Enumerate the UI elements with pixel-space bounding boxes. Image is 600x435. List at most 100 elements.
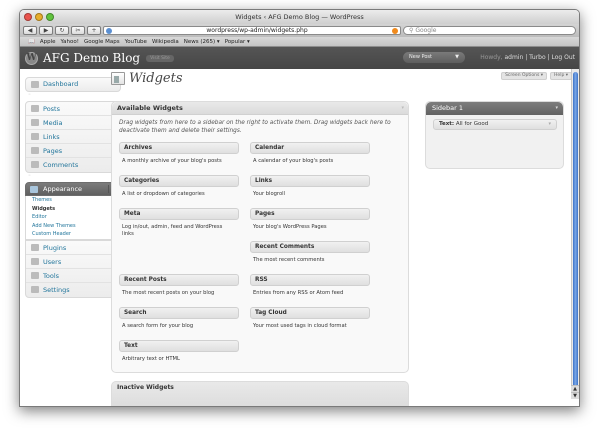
bookmark-popular[interactable]: Popular ▾: [225, 39, 250, 45]
close-window-button[interactable]: [24, 13, 32, 21]
sidebar-text-widget[interactable]: Text: All for Good ▾: [433, 119, 557, 130]
widget-archives[interactable]: Archives: [119, 142, 239, 154]
comments-icon: [31, 161, 39, 168]
howdy-label: Howdy,: [480, 54, 503, 61]
bookmark-apple[interactable]: Apple: [40, 39, 56, 45]
widget-categories[interactable]: Categories: [119, 175, 239, 187]
widget-calendar-desc: A calendar of your blog's posts: [253, 158, 334, 164]
widget-links[interactable]: Links: [250, 175, 370, 187]
available-widgets-title: Available Widgets: [117, 104, 183, 112]
page-header: Widgets: [111, 71, 183, 86]
appearance-submenu: Themes Widgets Editor Add New Themes Cus…: [25, 196, 121, 240]
menu-plugins-label: Plugins: [43, 243, 67, 252]
widget-categories-desc: A list or dropdown of categories: [122, 191, 205, 197]
menu-links-label: Links: [43, 133, 60, 141]
widget-recent-comments-desc: The most recent comments: [253, 257, 325, 263]
bookmarks-bar: 📖 Apple Yahoo! Google Maps YouTube Wikip…: [20, 37, 579, 47]
widget-recent-comments[interactable]: Recent Comments: [250, 241, 370, 253]
bookmark-wikipedia[interactable]: Wikipedia: [152, 39, 179, 45]
widget-recent-posts[interactable]: Recent Posts: [119, 274, 239, 286]
visit-site-button[interactable]: Visit Site: [146, 54, 174, 62]
available-widgets-header[interactable]: Available Widgets ▾: [112, 102, 408, 115]
available-widgets-panel: Available Widgets ▾ Drag widgets from he…: [111, 101, 409, 373]
site-name[interactable]: AFG Demo Blog: [43, 51, 140, 65]
widget-rss[interactable]: RSS: [250, 274, 370, 286]
bookmark-yahoo[interactable]: Yahoo!: [61, 39, 79, 45]
minimize-window-button[interactable]: [35, 13, 43, 21]
address-bar[interactable]: wordpress/wp-admin/widgets.php: [103, 26, 401, 35]
vertical-scrollbar[interactable]: ▲ ▼: [571, 69, 579, 399]
reload-icon[interactable]: ↻: [55, 26, 69, 35]
wordpress-logo-icon: W: [25, 51, 38, 65]
menu-comments[interactable]: Comments: [26, 158, 120, 172]
widget-instance-title: All for Good: [455, 121, 489, 127]
submenu-add-new-themes[interactable]: Add New Themes: [26, 222, 120, 231]
forward-icon[interactable]: ▶: [39, 26, 53, 35]
expand-widget-icon[interactable]: ▾: [548, 120, 551, 129]
menu-settings[interactable]: Settings: [26, 283, 120, 297]
widget-text[interactable]: Text: [119, 340, 239, 352]
header-links[interactable]: | Turbo | Log Out: [525, 54, 575, 61]
submenu-custom-header[interactable]: Custom Header: [26, 230, 120, 239]
widget-search-desc: A search form for your blog: [122, 323, 194, 329]
widgets-page-icon: [111, 72, 125, 85]
back-icon[interactable]: ◀: [23, 26, 37, 35]
submenu-themes[interactable]: Themes: [26, 196, 120, 205]
bookmark-google-maps[interactable]: Google Maps: [84, 39, 120, 45]
scroll-buttons: ▲ ▼: [571, 385, 579, 399]
widget-search[interactable]: Search: [119, 307, 239, 319]
inactive-widgets-title: Inactive Widgets: [117, 384, 174, 391]
widget-meta[interactable]: Meta: [119, 208, 239, 220]
menu-users[interactable]: Users: [26, 255, 120, 269]
menu-links[interactable]: Links: [26, 130, 120, 144]
user-link[interactable]: admin: [504, 54, 523, 61]
menu-users-label: Users: [43, 257, 62, 266]
help-button[interactable]: Help ▾: [550, 72, 572, 80]
menu-plugins[interactable]: Plugins: [26, 241, 120, 255]
wp-admin-header: W AFG Demo Blog Visit Site New Post ▼ Ho…: [20, 47, 579, 69]
show-bookmarks-icon[interactable]: 📖: [28, 39, 35, 45]
menu-pages[interactable]: Pages: [26, 144, 120, 158]
scroll-down-icon[interactable]: ▼: [571, 392, 579, 399]
widget-type-label: Text:: [439, 121, 455, 127]
new-post-dropdown[interactable]: New Post ▼: [403, 52, 465, 63]
menu-appearance-label: Appearance: [43, 185, 83, 193]
menu-dashboard[interactable]: Dashboard: [25, 77, 121, 92]
widget-tag-cloud[interactable]: Tag Cloud: [250, 307, 370, 319]
add-bookmark-icon[interactable]: +: [87, 26, 101, 35]
submenu-widgets[interactable]: Widgets: [26, 205, 120, 214]
dropdown-arrow-icon: ▼: [455, 54, 459, 60]
rss-icon[interactable]: [392, 28, 398, 34]
menu-media[interactable]: Media: [26, 116, 120, 130]
collapse-toggle-icon[interactable]: ▾: [555, 102, 558, 115]
sidebar-1-header[interactable]: Sidebar 1 ▾: [426, 102, 563, 115]
scroll-up-icon[interactable]: ▲: [571, 385, 579, 392]
screen-options-button[interactable]: Screen Options ▾: [501, 72, 548, 80]
menu-posts[interactable]: Posts: [26, 102, 120, 116]
webclip-icon[interactable]: ✂: [71, 26, 85, 35]
page-title: Widgets: [129, 71, 183, 86]
address-text: wordpress/wp-admin/widgets.php: [206, 27, 308, 34]
menu-comments-label: Comments: [43, 161, 79, 169]
zoom-window-button[interactable]: [46, 13, 54, 21]
widget-pages[interactable]: Pages: [250, 208, 370, 220]
browser-toolbar: ◀ ▶ ↻ ✂ + wordpress/wp-admin/widgets.php…: [20, 24, 579, 37]
inactive-widgets-panel[interactable]: Inactive Widgets: [111, 381, 409, 406]
menu-settings-label: Settings: [43, 285, 70, 294]
widget-calendar[interactable]: Calendar: [250, 142, 370, 154]
scrollbar-thumb[interactable]: [573, 72, 578, 392]
bookmark-news[interactable]: News (265) ▾: [184, 39, 220, 45]
menu-appearance[interactable]: Appearance ▾: [25, 182, 121, 196]
tools-icon: [31, 271, 39, 279]
bookmark-youtube[interactable]: YouTube: [125, 39, 147, 45]
widget-tag-cloud-desc: Your most used tags in cloud format: [253, 323, 347, 329]
search-input[interactable]: ⚲ Google: [403, 26, 576, 35]
collapse-toggle-icon[interactable]: ▾: [401, 102, 404, 115]
widget-pages-desc: Your blog's WordPress Pages: [253, 224, 327, 230]
submenu-editor[interactable]: Editor: [26, 213, 120, 222]
window-controls: [24, 13, 54, 21]
sidebar-1-title: Sidebar 1: [432, 104, 464, 112]
users-icon: [31, 257, 39, 265]
menu-tools[interactable]: Tools: [26, 269, 120, 283]
widget-rss-desc: Entries from any RSS or Atom feed: [253, 290, 344, 296]
